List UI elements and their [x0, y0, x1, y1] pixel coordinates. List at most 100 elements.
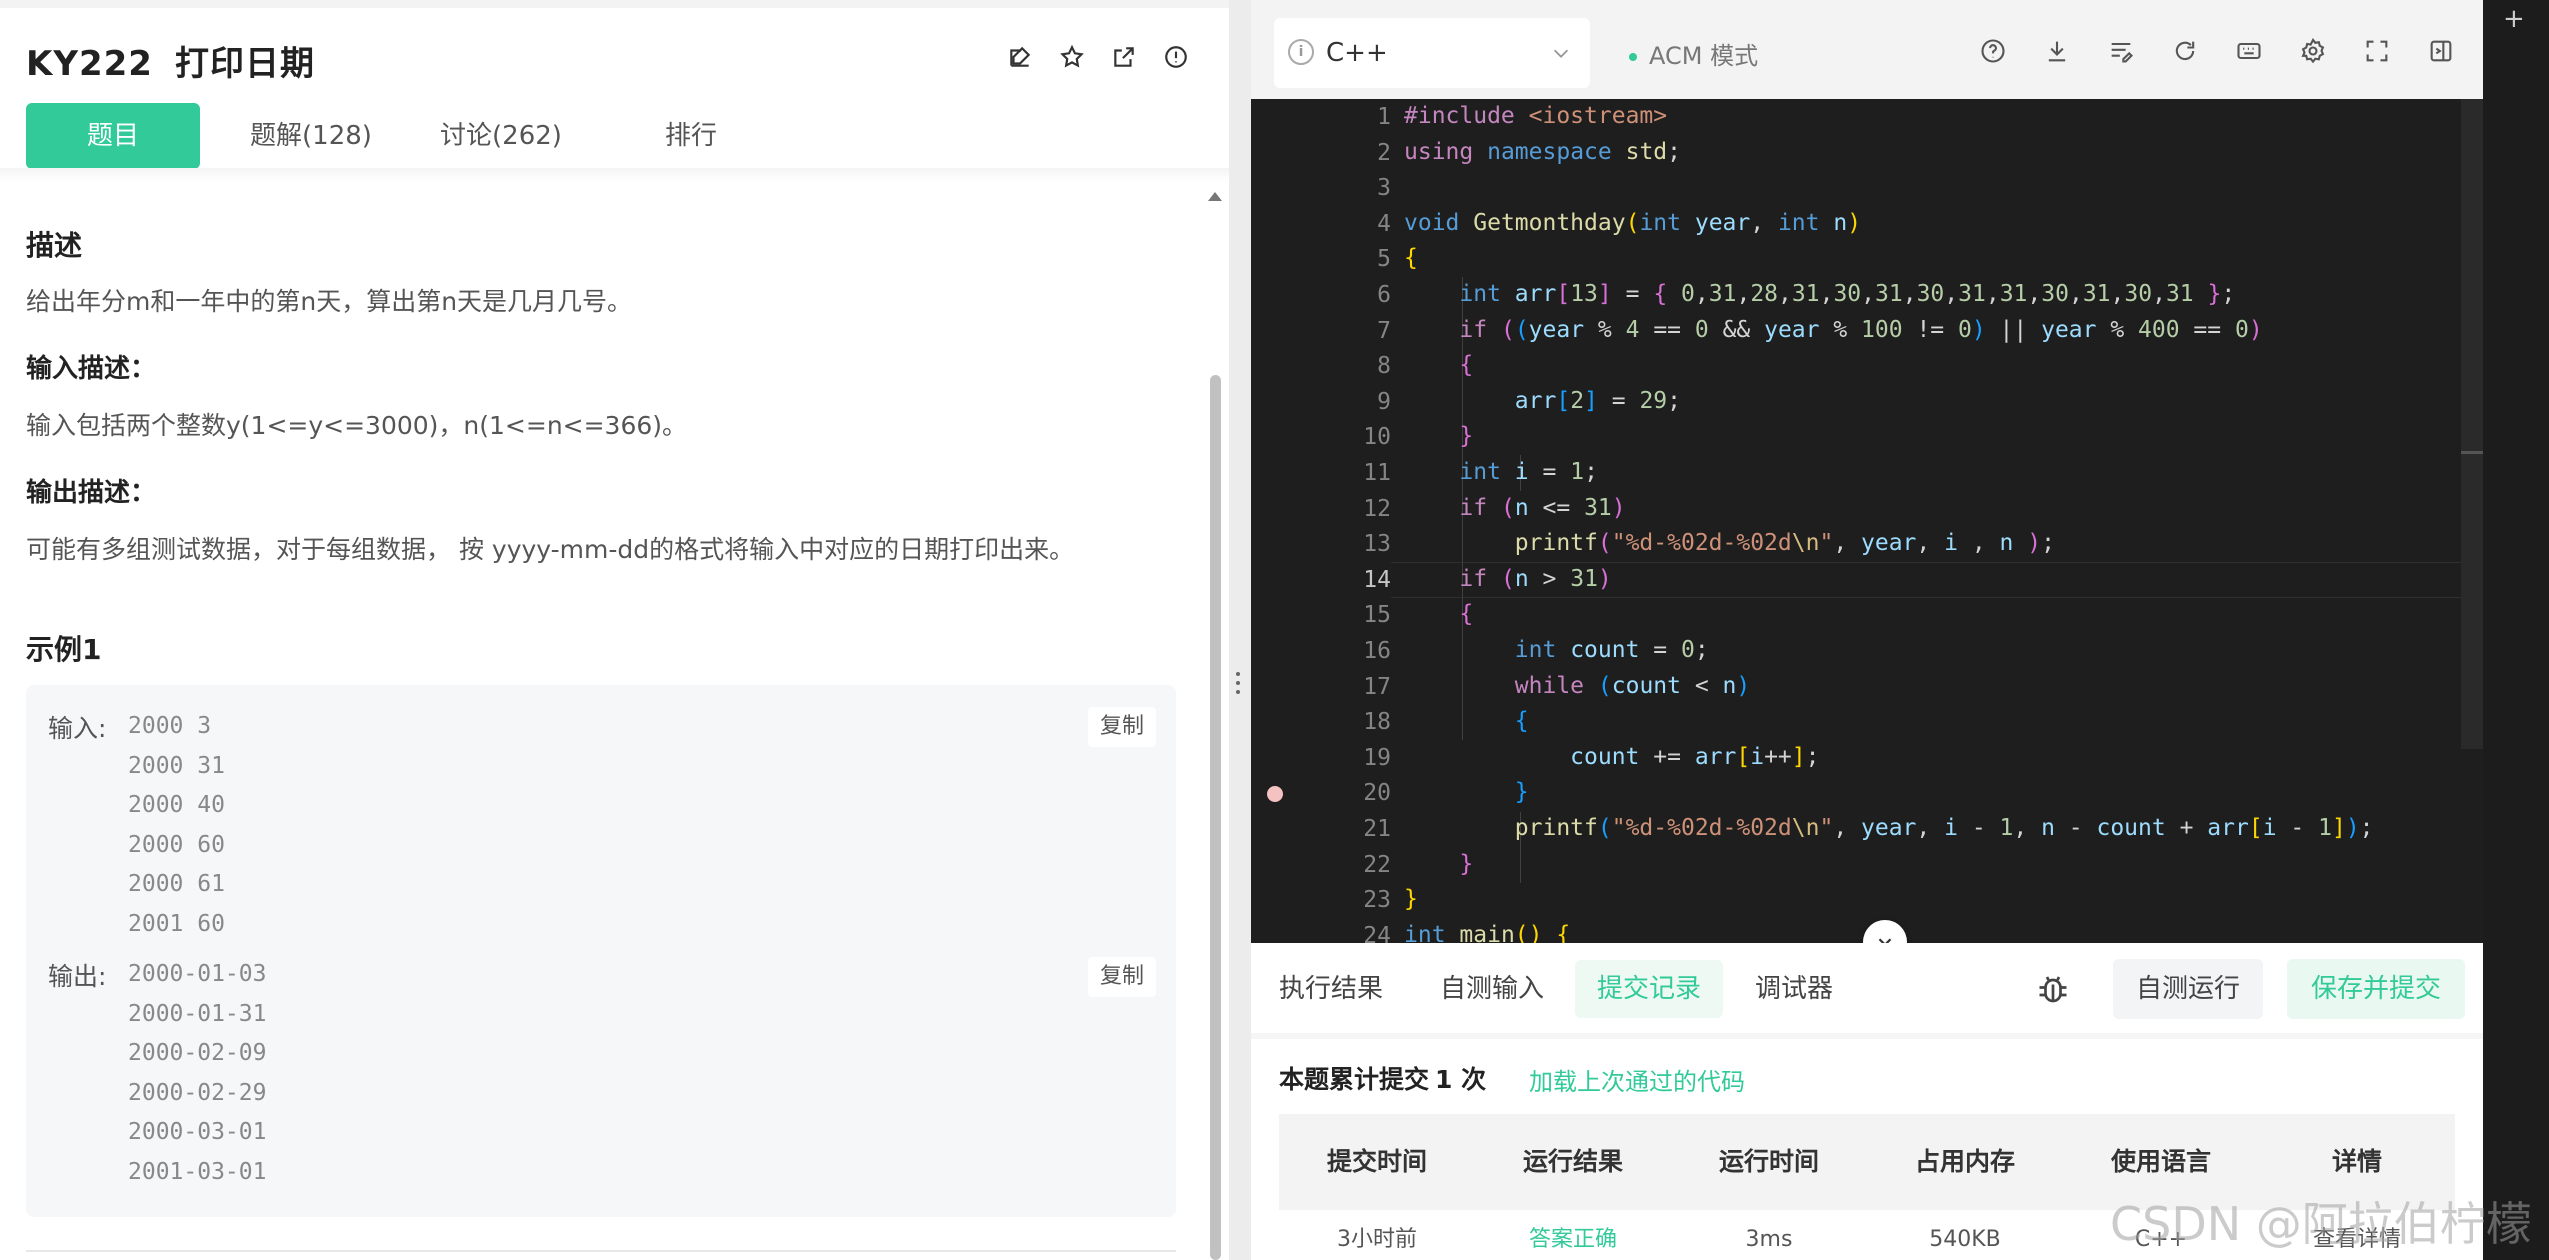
example-output-lines[interactable]: 2000-01-03 2000-01-31 2000-02-09 2000-02… [128, 955, 266, 1192]
table-cell: 答案正确 [1528, 1227, 1617, 1252]
output-heading: 输出描述： [26, 478, 157, 508]
code-line-17: while (count < n) [1514, 672, 1751, 699]
watermark: CSDN @阿拉伯柠檬 [2110, 1197, 2532, 1251]
line-number[interactable]: 15 [1341, 602, 1391, 628]
tab-custom-input[interactable]: 自测输入 [1418, 960, 1566, 1018]
line-number[interactable]: 14 [1341, 567, 1391, 593]
help-icon[interactable] [1977, 35, 2009, 67]
code-line-10: } [1459, 423, 1474, 450]
problem-name: 打印日期 [174, 44, 315, 84]
keyboard-icon[interactable] [2233, 35, 2265, 67]
language-value: C++ [1326, 38, 1388, 68]
line-number[interactable]: 2 [1341, 140, 1391, 166]
tabs-shadow [0, 168, 1229, 182]
code-line-1: #include <iostream> [1404, 103, 1668, 129]
tab-run-result[interactable]: 执行结果 [1257, 960, 1405, 1018]
plus-icon[interactable]: + [2503, 4, 2525, 34]
line-number[interactable]: 12 [1341, 496, 1391, 522]
code-line-13: printf("%d-%02d-%02d\n", year, i , n ); [1514, 530, 2055, 557]
mode-indicator[interactable]: ACM 模式 [1629, 36, 1758, 71]
line-number[interactable]: 19 [1341, 745, 1391, 771]
line-number[interactable]: 8 [1341, 353, 1391, 379]
download-icon[interactable] [2041, 35, 2073, 67]
tab-problem[interactable]: 题目 [26, 103, 200, 169]
line-number[interactable]: 13 [1341, 531, 1391, 557]
problem-actions [1005, 42, 1191, 72]
reset-icon[interactable] [2169, 35, 2201, 67]
line-number[interactable]: 4 [1341, 211, 1391, 237]
format-icon[interactable] [2105, 35, 2137, 67]
line-number[interactable]: 21 [1341, 816, 1391, 842]
code-line-18: { [1514, 708, 1529, 735]
output-text: 可能有多组测试数据，对于每组数据， 按 yyyy-mm-dd的格式将输入中对应的… [26, 535, 1075, 564]
panel-top-gap [0, 0, 1229, 8]
problem-id: KY222 [26, 44, 153, 84]
tab-solutions[interactable]: 题解(128) [216, 103, 406, 169]
language-select[interactable]: i C++ [1274, 18, 1590, 88]
example-input-lines[interactable]: 2000 3 2000 31 2000 40 2000 60 2000 61 2… [128, 707, 225, 944]
code-line-6: int arr[13] = { 0,31,28,31,30,31,30,31,3… [1459, 281, 2236, 307]
console-toolbar: 执行结果 自测输入 提交记录 调试器 自测运行 保存并提交 [1251, 943, 2483, 1033]
copy-output-button[interactable]: 复制 [1088, 957, 1156, 997]
line-number[interactable]: 20 [1341, 780, 1391, 806]
share-icon[interactable] [1109, 42, 1139, 72]
code-line-8: { [1459, 352, 1474, 379]
report-icon[interactable] [1161, 42, 1191, 72]
submission-summary: 本题累计提交 1 次 [1279, 1060, 1486, 1096]
star-icon[interactable] [1057, 42, 1087, 72]
code-editor[interactable]: 1 2 3 4 5 6 7 8 9 10 11 12 13 14 15 16 17 18 19 20 21 22 23 24 … [1251, 99, 2483, 943]
editor-panel: i C++ ACM 模式 1 2 3 4 5 6 7 8 9 10 11 12 13 14 15 16 17 18… [1251, 0, 2483, 1260]
bug-icon[interactable] [2035, 971, 2071, 1011]
summary-prefix: 本题累计提交 [1279, 1065, 1430, 1094]
line-number[interactable]: 9 [1341, 389, 1391, 415]
edit-note-icon[interactable] [1005, 42, 1035, 72]
line-number[interactable]: 1 [1341, 104, 1391, 130]
fullscreen-icon[interactable] [2361, 35, 2393, 67]
line-number[interactable]: 23 [1341, 887, 1391, 913]
submit-button[interactable]: 保存并提交 [2287, 959, 2465, 1019]
code-line-23: } [1404, 886, 1418, 913]
load-last-passed-link[interactable]: 加载上次通过的代码 [1529, 1062, 1745, 1097]
line-number[interactable]: 3 [1341, 175, 1391, 201]
tab-ranking[interactable]: 排行 [596, 103, 786, 169]
table-header-cell: 运行时间 [1718, 1147, 1819, 1176]
line-number[interactable]: 24 [1341, 923, 1391, 943]
left-scrollbar-thumb[interactable] [1210, 375, 1221, 1260]
gear-icon[interactable] [2297, 35, 2329, 67]
run-button[interactable]: 自测运行 [2113, 959, 2263, 1019]
code-line-22: } [1459, 850, 1474, 877]
line-number[interactable]: 22 [1341, 852, 1391, 878]
line-number[interactable]: 18 [1341, 709, 1391, 735]
line-number[interactable]: 17 [1341, 674, 1391, 700]
code-line-11: int i = 1; [1459, 459, 1598, 485]
editor-scrollbar[interactable] [2461, 99, 2483, 749]
problem-panel: KY222 打印日期 题目 题解(128) 讨论(262) 排行 描述 给出年分m… [0, 0, 1229, 1260]
info-icon: i [1288, 39, 1314, 65]
line-number[interactable]: 10 [1341, 424, 1391, 450]
line-number[interactable]: 16 [1341, 638, 1391, 664]
panel-resize-handle[interactable] [1236, 672, 1242, 694]
line-number[interactable]: 6 [1341, 282, 1391, 308]
scroll-up-arrow[interactable] [1208, 192, 1222, 201]
input-text: 输入包括两个整数y(1<=y<=3000)，n(1<=n<=366)。 [26, 411, 688, 440]
copy-input-button[interactable]: 复制 [1088, 707, 1156, 747]
tab-debugger[interactable]: 调试器 [1733, 960, 1855, 1018]
tab-submissions[interactable]: 提交记录 [1575, 960, 1724, 1018]
code-line-9: arr[2] = 29; [1514, 387, 1682, 414]
chevron-down-icon [1550, 42, 1572, 68]
line-number[interactable]: 11 [1341, 460, 1391, 486]
example-box: 输入: 2000 3 2000 31 2000 40 2000 60 2000 … [26, 685, 1176, 1217]
console-separator [1251, 1033, 2483, 1039]
input-heading: 输入描述： [26, 354, 157, 384]
breakpoint-dot[interactable] [1267, 786, 1283, 803]
tab-discussion[interactable]: 讨论(262) [406, 103, 596, 169]
code-line-12: if (n <= 31) [1459, 494, 1626, 521]
line-number[interactable]: 5 [1341, 246, 1391, 272]
code-line-5: { [1404, 245, 1418, 272]
code-line-2: using namespace std; [1404, 138, 1681, 165]
line-number[interactable]: 7 [1341, 318, 1391, 344]
side-rail: + [2483, 0, 2549, 1260]
collapse-panel-icon[interactable] [2425, 35, 2457, 67]
table-cell: 3ms [1745, 1227, 1793, 1252]
code-line-24: int main() { [1404, 921, 1571, 943]
